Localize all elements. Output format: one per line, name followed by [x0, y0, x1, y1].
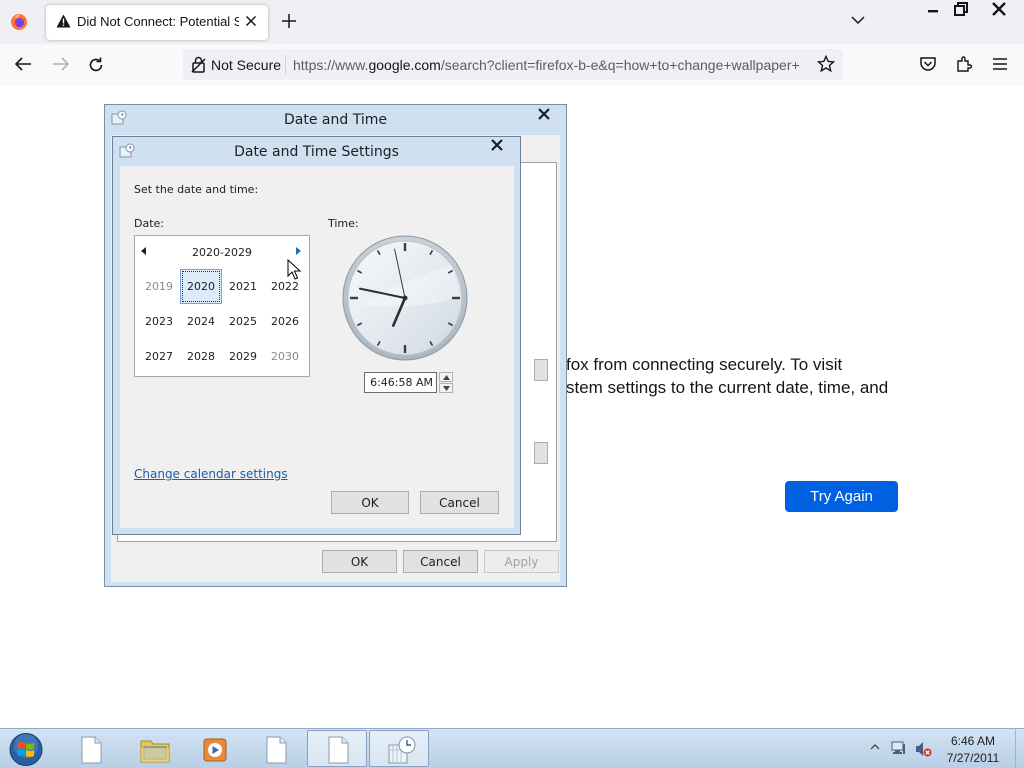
calendar-year-cell[interactable]: 2030 [264, 339, 306, 374]
tab-did-not-connect[interactable]: Did Not Connect: Potential Security Issu… [46, 5, 268, 40]
tab-close-icon[interactable] [245, 15, 257, 27]
minimize-icon[interactable] [925, 2, 941, 18]
window-close-icon[interactable] [991, 1, 1007, 17]
chevron-down-icon[interactable] [851, 15, 865, 25]
calendar-year-cell[interactable]: 2019 [138, 269, 180, 304]
ok-button[interactable]: OK [322, 550, 397, 573]
analog-clock [342, 235, 468, 361]
cancel-button[interactable]: Cancel [403, 550, 478, 573]
calendar-year-cell[interactable]: 2027 [138, 339, 180, 374]
hamburger-menu-icon[interactable] [992, 57, 1008, 71]
mouse-pointer-icon [287, 259, 301, 281]
calendar-year-cell[interactable]: 2029 [222, 339, 264, 374]
date-label: Date: [134, 217, 164, 230]
lock-slash-icon[interactable] [191, 56, 207, 73]
calendar-next-arrow-icon[interactable] [295, 247, 301, 255]
calendar-year-cell[interactable]: 2025 [222, 304, 264, 339]
url-prefix: https://www. [293, 57, 369, 73]
calendar-year-grid: 2019 2020 2021 2022 2023 2024 2025 2026 2027 2028… [138, 269, 306, 374]
change-calendar-settings-link[interactable]: Change calendar settings [134, 467, 288, 481]
time-label: Time: [328, 217, 359, 230]
time-increment-arrow-icon[interactable] [439, 372, 453, 382]
try-again-button[interactable]: Try Again [785, 481, 898, 512]
reload-icon[interactable] [87, 56, 105, 74]
instruction-label: Set the date and time: [134, 183, 259, 196]
ok-button[interactable]: OK [331, 491, 409, 514]
new-tab-plus-icon[interactable] [282, 14, 296, 28]
taskbar: 6:46 AM 7/27/2011 [0, 728, 1024, 768]
change-time-zone-button[interactable] [534, 442, 548, 464]
url-text[interactable]: https://www.google.com/search?client=fir… [293, 57, 807, 73]
tab-bar: Did Not Connect: Potential Security Issu… [0, 0, 1024, 44]
calendar-year-cell[interactable]: 2021 [222, 269, 264, 304]
restore-icon[interactable] [953, 1, 969, 17]
taskbar-item-date-time-settings[interactable] [369, 730, 429, 767]
change-date-time-button[interactable] [534, 359, 548, 381]
pocket-icon[interactable] [919, 55, 937, 73]
tab-title: Did Not Connect: Potential Security Issu… [77, 14, 239, 29]
taskbar-item-document[interactable] [60, 730, 120, 767]
url-divider [285, 55, 286, 74]
dialog-close-icon[interactable] [537, 108, 551, 120]
taskbar-clock-date[interactable]: 7/27/2011 [935, 751, 1011, 765]
bookmark-star-icon[interactable] [817, 55, 835, 73]
calendar-header[interactable]: 2020-2029 [135, 246, 309, 259]
error-description-line-1: fox from connecting securely. To visit [566, 355, 843, 374]
date-and-time-settings-dialog: Date and Time Settings Set the date and … [112, 136, 521, 535]
cancel-button[interactable]: Cancel [420, 491, 499, 514]
dialog-close-icon[interactable] [490, 139, 504, 151]
extensions-icon[interactable] [955, 55, 973, 73]
calendar-decade-view: 2020-2029 2019 2020 2021 2022 2023 2024 2025 20… [134, 235, 310, 377]
calendar-year-cell[interactable]: 2026 [264, 304, 306, 339]
clock-hub [402, 295, 408, 301]
navigation-toolbar: Not Secure https://www.google.com/search… [0, 44, 1024, 86]
time-input[interactable]: 6:46:58 AM [364, 372, 437, 393]
calendar-year-cell[interactable]: 2020 [180, 269, 222, 304]
forward-arrow-icon[interactable] [52, 56, 70, 72]
dialog-title: Date and Time [284, 112, 387, 128]
error-description-line-2: stem settings to the current date, time,… [566, 378, 889, 397]
url-path: /search?client=firefox-b-e&q=how+to+chan… [440, 57, 800, 73]
taskbar-item-file-explorer[interactable] [122, 730, 182, 767]
calendar-year-cell[interactable]: 2024 [180, 304, 222, 339]
time-decrement-arrow-icon[interactable] [439, 383, 453, 393]
back-arrow-icon[interactable] [14, 56, 32, 72]
apply-button[interactable]: Apply [484, 550, 559, 573]
taskbar-clock-time[interactable]: 6:46 AM [935, 734, 1011, 748]
url-host: google.com [368, 57, 441, 73]
tray-expand-arrow-icon[interactable] [870, 744, 880, 750]
firefox-logo-icon[interactable] [10, 13, 28, 31]
dialog-body: Set the date and time: Date: Time: 2020-… [120, 166, 514, 528]
dialog-title: Date and Time Settings [234, 144, 399, 160]
taskbar-item-document[interactable] [245, 730, 305, 767]
taskbar-item-document[interactable] [307, 730, 367, 767]
calendar-year-cell[interactable]: 2023 [138, 304, 180, 339]
network-icon[interactable] [890, 739, 908, 757]
warning-icon [56, 14, 71, 28]
start-orb-icon[interactable] [6, 731, 46, 768]
volume-muted-icon[interactable] [914, 740, 932, 758]
calendar-year-cell[interactable]: 2028 [180, 339, 222, 374]
show-desktop-button[interactable] [1015, 729, 1024, 768]
taskbar-item-media-player[interactable] [183, 730, 243, 767]
security-status-label[interactable]: Not Secure [211, 57, 281, 73]
url-bar[interactable]: Not Secure https://www.google.com/search… [183, 49, 843, 80]
